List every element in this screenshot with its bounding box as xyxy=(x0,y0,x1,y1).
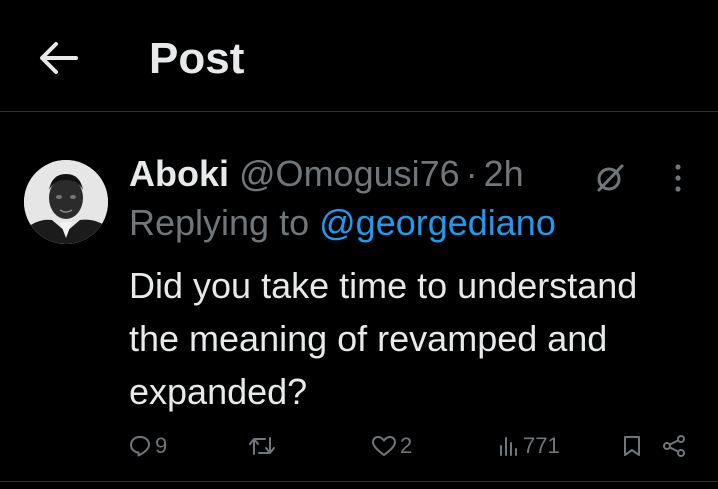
divider xyxy=(0,481,718,482)
avatar-portrait xyxy=(24,160,108,244)
reply-icon xyxy=(130,436,150,457)
replying-to-link[interactable]: @georgediano xyxy=(319,202,556,243)
replying-prefix: Replying to xyxy=(129,202,310,243)
reply-count: 9 xyxy=(155,433,168,458)
post-header: Aboki @Omogusi76 · 2h xyxy=(129,153,524,195)
heart-icon xyxy=(372,436,396,456)
avatar[interactable] xyxy=(24,160,108,244)
share-button[interactable] xyxy=(661,428,687,464)
repost-icon xyxy=(249,437,275,455)
arrow-left-icon xyxy=(40,42,78,74)
top-bar: Post xyxy=(0,0,718,112)
views-button[interactable]: 771 xyxy=(498,428,560,464)
views-count: 771 xyxy=(523,433,560,458)
separator-dot: · xyxy=(465,153,478,194)
post-text: Did you take time to understand the mean… xyxy=(129,265,638,412)
like-button[interactable]: 2 xyxy=(371,428,412,464)
post-time[interactable]: 2h xyxy=(484,153,524,195)
more-vertical-icon[interactable] xyxy=(666,161,690,195)
repost-button[interactable] xyxy=(248,428,279,464)
display-name[interactable]: Aboki xyxy=(129,153,229,195)
like-count: 2 xyxy=(400,433,413,458)
bookmark-icon xyxy=(624,436,640,456)
page-title: Post xyxy=(149,34,245,83)
bookmark-button[interactable] xyxy=(622,428,642,464)
back-button[interactable] xyxy=(36,38,80,78)
replying-to-line: Replying to @georgediano xyxy=(129,201,556,245)
reply-button[interactable]: 9 xyxy=(128,428,167,464)
grok-icon[interactable] xyxy=(593,161,627,195)
reply-post[interactable]: Aboki @Omogusi76 · 2h Replying to @georg… xyxy=(0,113,718,489)
views-bar-icon xyxy=(500,437,517,456)
share-icon xyxy=(663,435,685,457)
action-bar: 9 2 771 xyxy=(0,428,718,464)
user-handle[interactable]: @Omogusi76 xyxy=(239,153,460,195)
